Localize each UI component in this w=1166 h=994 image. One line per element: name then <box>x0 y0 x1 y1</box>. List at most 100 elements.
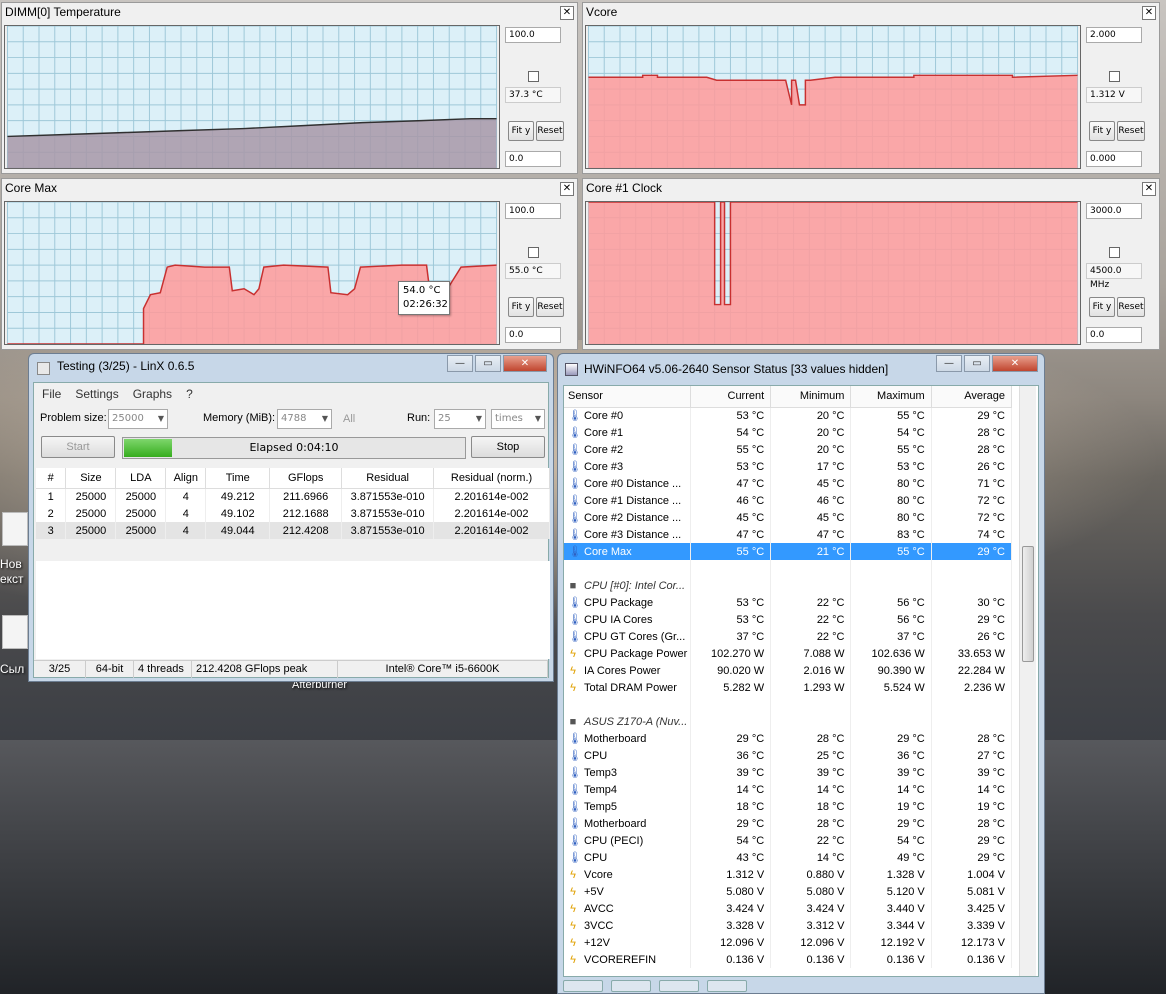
column-header[interactable]: LDA <box>115 468 167 489</box>
graph-max-field[interactable]: 100.0 <box>505 27 561 43</box>
column-header[interactable]: Maximum <box>850 386 932 408</box>
sensor-row[interactable]: ϟ Vcore 1.312 V 0.880 V 1.328 V 1.004 V <box>564 866 1013 883</box>
graph-checkbox[interactable] <box>528 247 539 258</box>
table-row[interactable]: 3 25000 25000 4 49.044 212.4208 3.871553e-010 2… <box>36 522 550 539</box>
desktop-file-icon[interactable] <box>2 512 28 546</box>
menu-graphs[interactable]: Graphs <box>133 387 172 401</box>
column-header[interactable]: Residual <box>341 468 435 489</box>
column-header[interactable]: Align <box>165 468 207 489</box>
column-header[interactable]: Sensor <box>564 386 691 408</box>
column-header[interactable]: Time <box>205 468 271 489</box>
run-select[interactable]: 25 ▼ <box>434 409 486 429</box>
column-header[interactable]: Residual (norm.) <box>433 468 550 489</box>
column-header[interactable]: Average <box>931 386 1013 408</box>
menu-file[interactable]: File <box>42 387 61 401</box>
toolbar-button[interactable] <box>707 980 747 992</box>
all-checkbox-label[interactable]: All <box>343 413 355 425</box>
sensor-group-row[interactable]: ■ ASUS Z170-A (Nuv... <box>564 713 1013 730</box>
sensor-row[interactable]: 🌡 Motherboard 29 °C 28 °C 29 °C 28 °C <box>564 815 1013 832</box>
graph-min-field[interactable]: 0.0 <box>1086 327 1142 343</box>
graph-min-field[interactable]: 0.0 <box>505 151 561 167</box>
fit-y-button[interactable]: Fit y <box>508 297 534 317</box>
sensor-row[interactable]: 🌡 CPU GT Cores (Gr... 37 °C 22 °C 37 °C 26 °C <box>564 628 1013 645</box>
close-icon[interactable]: ✕ <box>560 6 574 20</box>
sensor-row[interactable]: 🌡 CPU IA Cores 53 °C 22 °C 56 °C 29 °C <box>564 611 1013 628</box>
sensor-row[interactable]: 🌡 CPU (PECI) 54 °C 22 °C 54 °C 29 °C <box>564 832 1013 849</box>
reset-button[interactable]: Reset <box>536 297 564 317</box>
run-unit-select[interactable]: times ▼ <box>491 409 545 429</box>
sensor-value-cell: 49 °C <box>850 849 932 866</box>
column-header[interactable]: Size <box>65 468 117 489</box>
sensor-row[interactable]: 🌡 Motherboard 29 °C 28 °C 29 °C 28 °C <box>564 730 1013 747</box>
toolbar-button[interactable] <box>659 980 699 992</box>
fit-y-button[interactable]: Fit y <box>1089 121 1115 141</box>
column-header[interactable]: Current <box>690 386 772 408</box>
close-icon[interactable]: ✕ <box>560 182 574 196</box>
fit-y-button[interactable]: Fit y <box>508 121 534 141</box>
minimize-icon[interactable]: — <box>936 355 962 372</box>
sensor-row[interactable]: 🌡 Core #0 Distance ... 47 °C 45 °C 80 °C 71 °… <box>564 475 1013 492</box>
vertical-scrollbar[interactable] <box>1019 386 1036 976</box>
scrollbar-thumb[interactable] <box>1022 546 1034 662</box>
table-row[interactable]: 2 25000 25000 4 49.102 212.1688 3.871553e-010 2… <box>36 505 550 522</box>
table-row[interactable]: 1 25000 25000 4 49.212 211.6966 3.871553e-010 2… <box>36 488 550 505</box>
sensor-row[interactable]: ϟ +5V 5.080 V 5.080 V 5.120 V 5.081 V <box>564 883 1013 900</box>
memory-select[interactable]: 4788 ▼ <box>277 409 332 429</box>
sensor-row[interactable]: 🌡 Temp5 18 °C 18 °C 19 °C 19 °C <box>564 798 1013 815</box>
sensor-row[interactable]: ϟ Total DRAM Power 5.282 W 1.293 W 5.524 W 2.… <box>564 679 1013 696</box>
toolbar-button[interactable] <box>563 980 603 992</box>
sensor-row[interactable]: 🌡 Core #3 53 °C 17 °C 53 °C 26 °C <box>564 458 1013 475</box>
sensor-row[interactable]: ϟ VCOREREFIN 0.136 V 0.136 V 0.136 V 0.136 V <box>564 951 1013 968</box>
maximize-icon[interactable]: ▭ <box>475 355 501 372</box>
fit-y-button[interactable]: Fit y <box>1089 297 1115 317</box>
graph-max-field[interactable]: 3000.0 <box>1086 203 1142 219</box>
menu-help[interactable]: ? <box>186 387 193 401</box>
sensor-row[interactable]: 🌡 CPU 36 °C 25 °C 36 °C 27 °C <box>564 747 1013 764</box>
sensor-row[interactable]: ϟ 3VCC 3.328 V 3.312 V 3.344 V 3.339 V <box>564 917 1013 934</box>
start-button[interactable]: Start <box>41 436 115 458</box>
sensor-value-cell: 90.020 W <box>690 662 772 679</box>
sensor-row[interactable]: 🌡 Core #0 53 °C 20 °C 55 °C 29 °C <box>564 407 1013 424</box>
graph-checkbox[interactable] <box>1109 71 1120 82</box>
sensor-value-cell: 22 °C <box>770 594 852 611</box>
sensor-row[interactable]: 🌡 Core #3 Distance ... 47 °C 47 °C 83 °C 74 °… <box>564 526 1013 543</box>
sensor-row[interactable]: 🌡 Core Max 55 °C 21 °C 55 °C 29 °C <box>564 543 1013 560</box>
sensor-row[interactable]: ϟ CPU Package Power 102.270 W 7.088 W 102.63… <box>564 645 1013 662</box>
close-icon[interactable]: ✕ <box>1142 182 1156 196</box>
sensor-row[interactable]: 🌡 CPU 43 °C 14 °C 49 °C 29 °C <box>564 849 1013 866</box>
close-icon[interactable]: ✕ <box>503 355 547 372</box>
sensor-row[interactable]: ϟ IA Cores Power 90.020 W 2.016 W 90.390 W 22… <box>564 662 1013 679</box>
problem-size-select[interactable]: 25000 ▼ <box>108 409 168 429</box>
graph-min-field[interactable]: 0.0 <box>505 327 561 343</box>
sensor-row[interactable]: 🌡 CPU Package 53 °C 22 °C 56 °C 30 °C <box>564 594 1013 611</box>
toolbar-button[interactable] <box>611 980 651 992</box>
reset-button[interactable]: Reset <box>536 121 564 141</box>
graph-checkbox[interactable] <box>1109 247 1120 258</box>
close-icon[interactable]: ✕ <box>1142 6 1156 20</box>
sensor-value-cell: 27 °C <box>931 747 1013 764</box>
sensor-row[interactable]: 🌡 Core #2 55 °C 20 °C 55 °C 28 °C <box>564 441 1013 458</box>
sensor-row[interactable]: ϟ AVCC 3.424 V 3.424 V 3.440 V 3.425 V <box>564 900 1013 917</box>
graph-max-field[interactable]: 100.0 <box>505 203 561 219</box>
reset-button[interactable]: Reset <box>1117 121 1145 141</box>
sensor-row[interactable]: 🌡 Core #1 54 °C 20 °C 54 °C 28 °C <box>564 424 1013 441</box>
maximize-icon[interactable]: ▭ <box>964 355 990 372</box>
sensor-group-row[interactable]: ■ CPU [#0]: Intel Cor... <box>564 577 1013 594</box>
menu-settings[interactable]: Settings <box>75 387 118 401</box>
column-header[interactable]: GFlops <box>269 468 343 489</box>
graph-min-field[interactable]: 0.000 <box>1086 151 1142 167</box>
reset-button[interactable]: Reset <box>1117 297 1145 317</box>
sensor-row[interactable]: ϟ +12V 12.096 V 12.096 V 12.192 V 12.173 V <box>564 934 1013 951</box>
graph-max-field[interactable]: 2.000 <box>1086 27 1142 43</box>
stop-button[interactable]: Stop <box>471 436 545 458</box>
sensor-row[interactable]: 🌡 Temp4 14 °C 14 °C 14 °C 14 °C <box>564 781 1013 798</box>
close-icon[interactable]: ✕ <box>992 355 1038 372</box>
column-header[interactable]: Minimum <box>770 386 852 408</box>
column-header[interactable]: # <box>36 468 67 489</box>
sensor-row[interactable]: 🌡 Core #2 Distance ... 45 °C 45 °C 80 °C 72 °… <box>564 509 1013 526</box>
sensor-row[interactable]: 🌡 Core #1 Distance ... 46 °C 46 °C 80 °C 72 °… <box>564 492 1013 509</box>
desktop-shortcut-icon[interactable] <box>2 615 28 649</box>
minimize-icon[interactable]: — <box>447 355 473 372</box>
graph-checkbox[interactable] <box>528 71 539 82</box>
sensor-row[interactable]: 🌡 Temp3 39 °C 39 °C 39 °C 39 °C <box>564 764 1013 781</box>
